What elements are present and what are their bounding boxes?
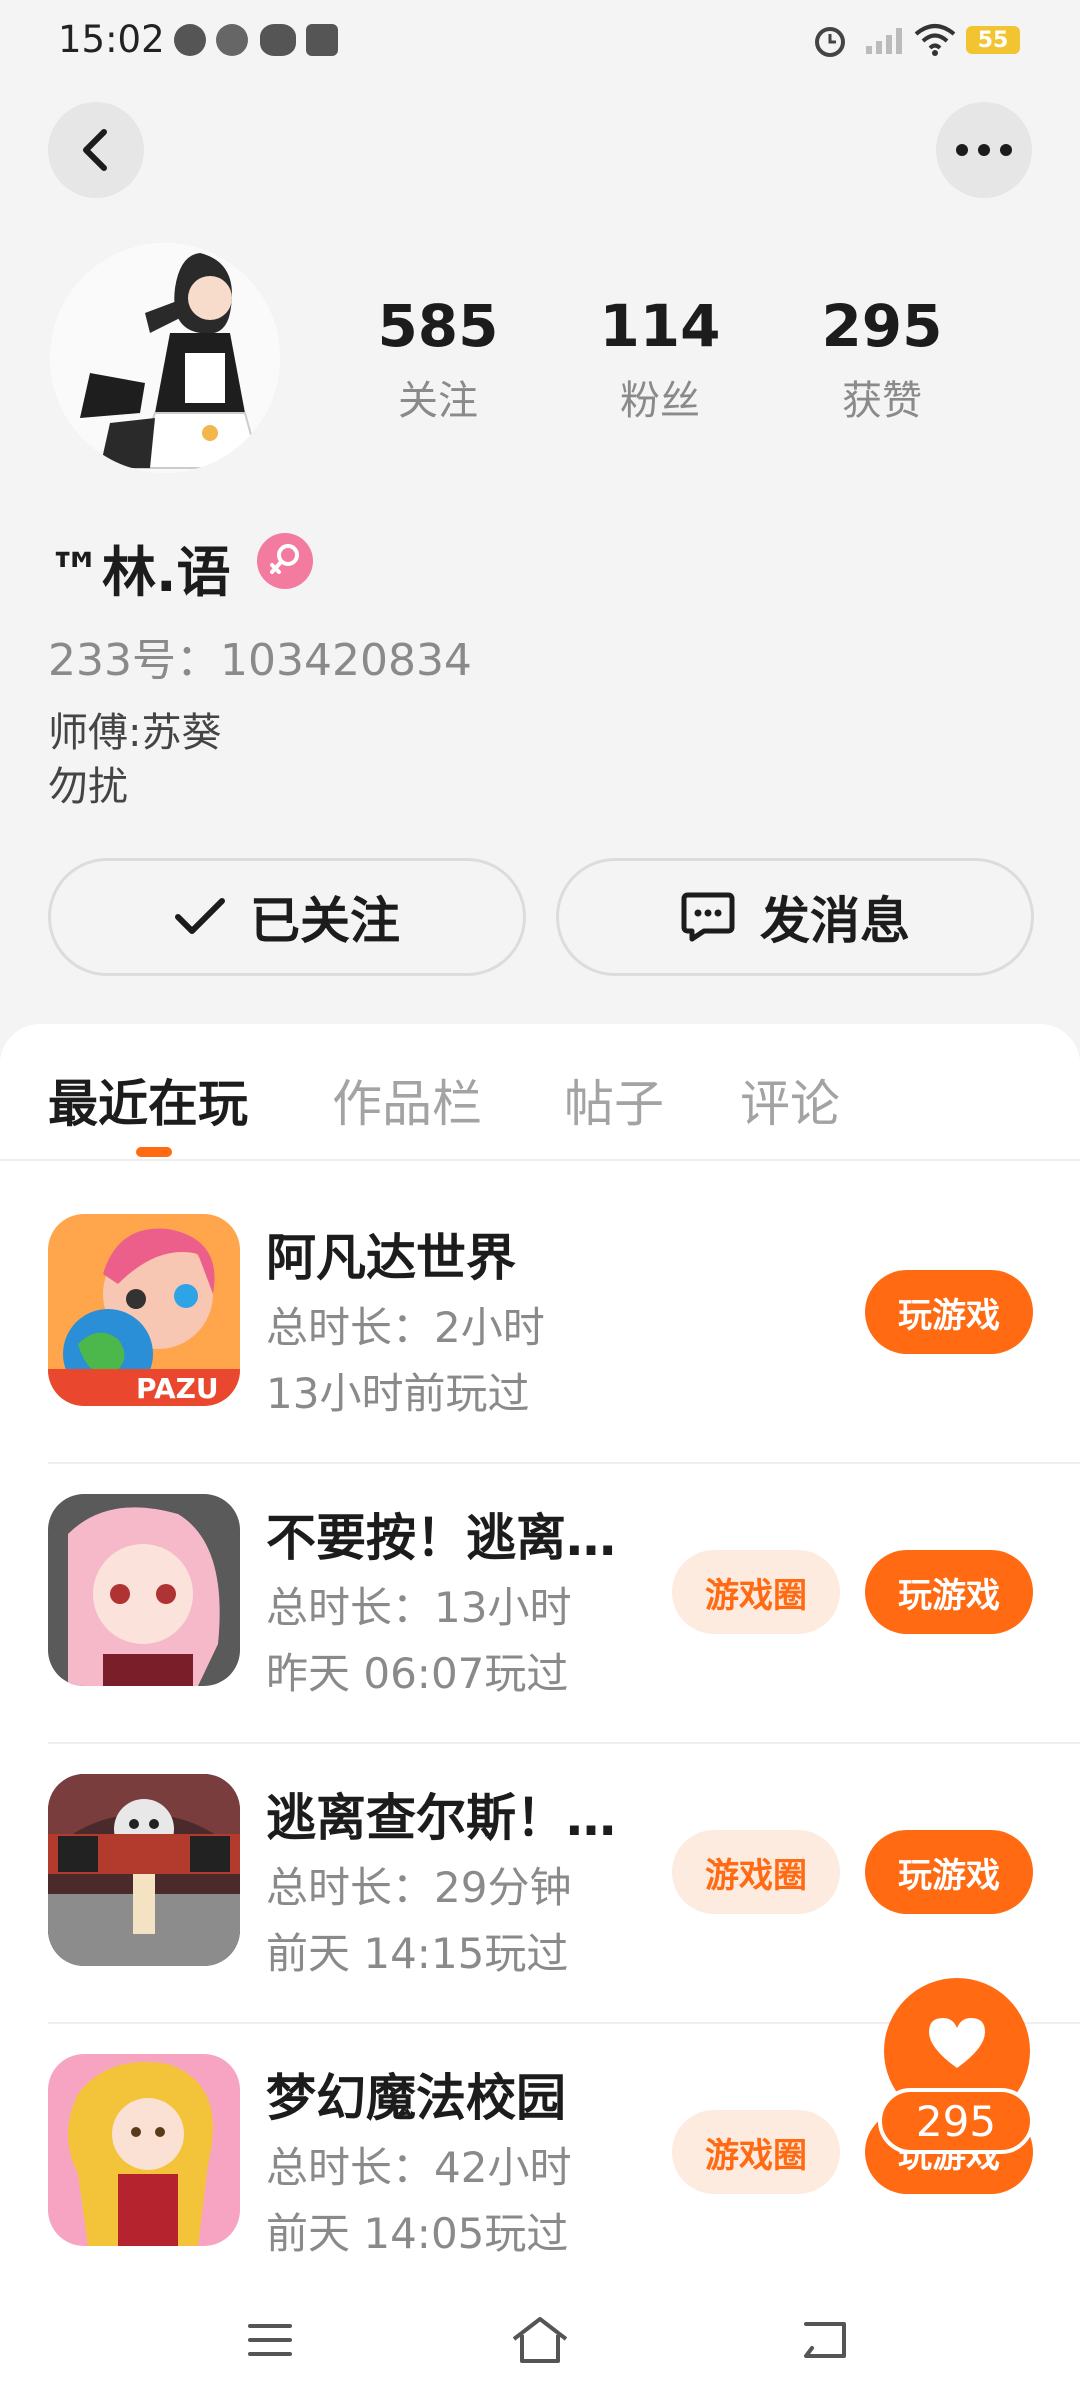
back-nav-button[interactable] (786, 2310, 866, 2370)
more-dots-icon (956, 144, 1012, 156)
game-duration: 总时长：2小时 (266, 1303, 545, 1352)
home-icon (512, 2317, 568, 2363)
app-notification-icon (216, 24, 248, 56)
stat-likes-value: 295 (821, 292, 943, 360)
tab-works[interactable]: 作品栏 (332, 1064, 482, 1136)
play-game-button[interactable]: 玩游戏 (865, 1550, 1033, 1634)
signal-icon (866, 28, 902, 54)
bio-line-1: 师傅:苏葵 (48, 710, 222, 756)
list-item-game[interactable]: PAZU 阿凡达世界 总时长：2小时 13小时前玩过 玩游戏 (0, 1214, 1080, 1494)
home-nav-button[interactable] (500, 2310, 580, 2370)
tab-recently-played[interactable]: 最近在玩 (48, 1064, 248, 1136)
game-last-played: 前天 14:15玩过 (266, 1929, 569, 1978)
mail-icon (306, 24, 338, 56)
game-icon-escape-charles[interactable] (48, 1774, 240, 1966)
game-icon-dont-press[interactable] (48, 1494, 240, 1686)
game-duration: 总时长：13小时 (266, 1583, 572, 1632)
row-divider (48, 1462, 1080, 1464)
game-name: 阿凡达世界 (266, 1229, 516, 1287)
battery-indicator: 55 (966, 26, 1020, 54)
game-duration: 总时长：42小时 (266, 2143, 572, 2192)
stat-following[interactable]: 585 关注 (358, 292, 518, 426)
following-button-label: 已关注 (250, 892, 400, 950)
send-message-button[interactable]: 发消息 (556, 858, 1034, 976)
play-game-button[interactable]: 玩游戏 (865, 1830, 1033, 1914)
status-bar: 15:02 55 (0, 0, 1080, 80)
menu-nav-button[interactable] (230, 2310, 310, 2370)
tab-comments[interactable]: 评论 (740, 1064, 840, 1136)
game-duration: 总时长：29分钟 (266, 1863, 572, 1912)
following-button[interactable]: 已关注 (48, 858, 526, 976)
game-last-played: 昨天 06:07玩过 (266, 1649, 569, 1698)
tab-posts[interactable]: 帖子 (564, 1064, 664, 1136)
avatar-illustration-icon (50, 243, 280, 473)
stat-likes[interactable]: 295 获赞 (802, 292, 962, 426)
like-count-badge: 295 (878, 2088, 1034, 2154)
game-icon-avatar-world[interactable]: PAZU (48, 1214, 240, 1406)
game-icon-magic-campus[interactable] (48, 2054, 240, 2246)
checkmark-icon (175, 898, 225, 934)
game-art-icon (48, 1774, 240, 1966)
game-name: 不要按！逃离… (266, 1509, 616, 1567)
system-navigation-bar (0, 2270, 1080, 2400)
more-options-button[interactable] (936, 102, 1032, 198)
stat-followers-label: 粉丝 (620, 378, 700, 424)
menu-icon (248, 2324, 292, 2356)
bio-line-2: 勿扰 (48, 764, 128, 810)
back-arrow-icon (804, 2322, 846, 2358)
alarm-icon (815, 27, 845, 57)
chevron-left-icon (83, 129, 107, 171)
game-art-icon (48, 1494, 240, 1686)
send-message-label: 发消息 (760, 892, 910, 950)
game-name: 逃离查尔斯！… (266, 1789, 616, 1847)
heart-icon (929, 2018, 985, 2068)
status-time: 15:02 (58, 18, 165, 61)
game-circle-button[interactable]: 游戏圈 (672, 1830, 840, 1914)
stat-following-value: 585 (377, 292, 499, 360)
stat-followers-value: 114 (599, 292, 721, 360)
tabs-divider (0, 1159, 1080, 1161)
chat-bubble-icon (681, 892, 735, 942)
gender-female-badge (257, 533, 313, 589)
game-circle-button[interactable]: 游戏圈 (672, 2110, 840, 2194)
female-icon (270, 544, 299, 574)
account-id: 233号：103420834 (48, 635, 472, 686)
game-last-played: 前天 14:05玩过 (266, 2209, 569, 2258)
stat-likes-label: 获赞 (842, 378, 922, 424)
avatar[interactable] (50, 243, 280, 473)
notification-icon (174, 24, 206, 56)
wifi-icon (914, 24, 956, 56)
game-name: 梦幻魔法校园 (266, 2069, 566, 2127)
game-circle-button[interactable]: 游戏圈 (672, 1550, 840, 1634)
play-game-button[interactable]: 玩游戏 (865, 1270, 1033, 1354)
game-art-icon (48, 2054, 240, 2246)
back-button[interactable] (48, 102, 144, 198)
stat-following-label: 关注 (398, 378, 478, 424)
username: ™林.语 (48, 541, 231, 604)
game-icon-logo: PAZU (136, 1372, 219, 1405)
list-item-game[interactable]: 不要按！逃离… 总时长：13小时 昨天 06:07玩过 游戏圈 玩游戏 (0, 1494, 1080, 1774)
stat-followers[interactable]: 114 粉丝 (580, 292, 740, 426)
row-divider (48, 1742, 1080, 1744)
game-last-played: 13小时前玩过 (266, 1369, 530, 1418)
wechat-icon (260, 24, 296, 56)
tab-active-indicator (136, 1147, 172, 1157)
